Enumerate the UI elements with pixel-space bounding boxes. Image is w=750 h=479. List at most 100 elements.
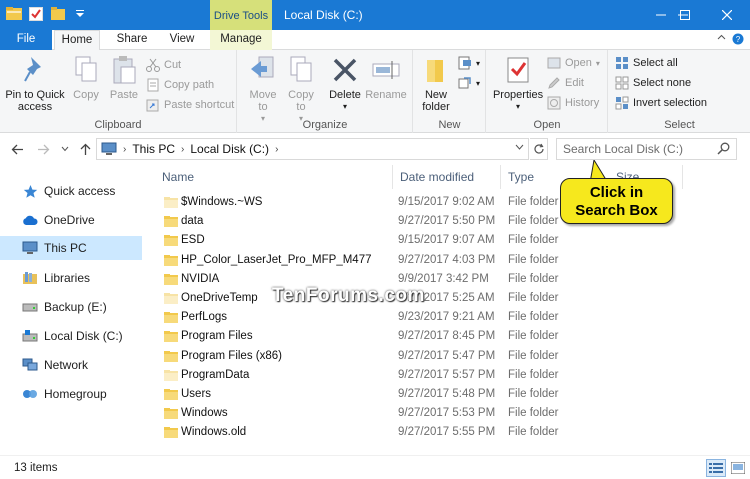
explorer-icon[interactable] <box>6 6 22 22</box>
copy-icon <box>70 54 102 86</box>
large-icons-view-button[interactable] <box>728 459 748 477</box>
copy-to-label: Copy to <box>288 89 314 113</box>
file-name: Program Files <box>181 330 253 343</box>
tab-view[interactable]: View <box>162 30 202 50</box>
breadcrumb-this-pc[interactable]: This PC <box>132 142 175 156</box>
history-label: History <box>565 97 600 109</box>
breadcrumb-local-disk[interactable]: Local Disk (C:) <box>190 142 269 156</box>
address-bar[interactable]: › This PC › Local Disk (C:) › <box>96 138 529 160</box>
paste-shortcut-label: Paste shortcut <box>164 99 235 111</box>
file-row[interactable]: NVIDIA 9/9/2017 3:42 PM File folder <box>150 270 750 289</box>
delete-x-icon <box>329 54 361 86</box>
open-button[interactable]: Open ▾ <box>547 54 600 72</box>
column-header-date[interactable]: Date modified <box>392 165 500 189</box>
close-icon <box>722 10 732 20</box>
open-label: Open <box>565 57 592 69</box>
file-row[interactable]: Users 9/27/2017 5:48 PM File folder <box>150 385 750 404</box>
new-folder-qat-icon[interactable] <box>50 6 66 22</box>
new-folder-button[interactable]: New folder <box>418 54 454 113</box>
paste-shortcut-icon <box>146 98 160 112</box>
nav-item-network[interactable]: Network <box>0 353 142 377</box>
file-name: PerfLogs <box>181 311 228 324</box>
homegroup-icon <box>22 386 38 402</box>
paste-button[interactable]: Paste <box>106 54 142 101</box>
properties-button[interactable]: Properties ▾ <box>493 54 543 113</box>
cut-button[interactable]: Cut <box>146 56 181 74</box>
collapse-ribbon-icon[interactable] <box>717 33 726 48</box>
rename-icon <box>370 54 402 86</box>
recent-locations-button[interactable] <box>56 140 74 158</box>
pin-label: Pin to Quick access <box>5 89 65 113</box>
select-group: Select all Select none Invert selection … <box>609 50 750 133</box>
maximize-button-main[interactable] <box>662 0 708 30</box>
watermark: TenForums.com <box>272 285 425 306</box>
breadcrumb-separator-icon[interactable]: › <box>275 144 278 155</box>
paste-shortcut-button[interactable]: Paste shortcut <box>146 96 234 114</box>
select-none-button[interactable]: Select none <box>615 74 691 92</box>
copy-button[interactable]: Copy <box>68 54 104 101</box>
edit-label: Edit <box>565 77 584 89</box>
rename-button[interactable]: Rename <box>365 54 407 101</box>
column-header-name[interactable]: Name <box>154 165 392 189</box>
select-all-button[interactable]: Select all <box>615 54 678 72</box>
nav-item-libraries[interactable]: Libraries <box>0 266 142 290</box>
back-arrow-icon <box>11 144 23 154</box>
file-type: File folder <box>508 272 559 285</box>
callout-line-2: Search Box <box>575 202 658 219</box>
select-all-icon <box>615 56 629 70</box>
folder-icon <box>164 196 178 208</box>
file-date-modified: 9/27/2017 4:03 PM <box>398 253 496 266</box>
refresh-button[interactable] <box>530 138 548 160</box>
tab-share[interactable]: Share <box>110 30 154 50</box>
invert-selection-icon <box>615 96 629 110</box>
tab-home[interactable]: Home <box>54 30 100 51</box>
file-row[interactable]: HP_Color_LaserJet_Pro_MFP_M477 9/27/2017 … <box>150 251 750 270</box>
select-none-label: Select none <box>633 77 692 89</box>
file-type: File folder <box>508 234 559 247</box>
nav-item-local-disk[interactable]: Local Disk (C:) <box>0 324 142 348</box>
drive-icon <box>22 299 38 315</box>
history-button[interactable]: History <box>547 94 599 112</box>
copy-to-button[interactable]: Copy to ▾ <box>284 54 318 125</box>
invert-selection-button[interactable]: Invert selection <box>615 94 707 112</box>
tab-manage[interactable]: Manage <box>210 30 272 50</box>
select-none-icon <box>615 76 629 90</box>
file-row[interactable]: Windows.old 9/27/2017 5:55 PM File folder <box>150 423 750 442</box>
copy-path-button[interactable]: Copy path <box>146 76 214 94</box>
properties-qat-icon[interactable] <box>28 6 44 22</box>
back-button[interactable] <box>8 140 26 158</box>
file-row[interactable]: ESD 9/15/2017 9:07 AM File folder <box>150 231 750 250</box>
nav-item-homegroup[interactable]: Homegroup <box>0 382 142 406</box>
nav-item-this-pc[interactable]: This PC <box>0 236 142 260</box>
file-row[interactable]: ProgramData 9/27/2017 5:57 PM File folder <box>150 366 750 385</box>
delete-button[interactable]: Delete ▾ <box>326 54 364 113</box>
file-row[interactable]: OneDriveTemp 9/27/2017 5:25 AM File folder <box>150 289 750 308</box>
nav-item-backup-drive[interactable]: Backup (E:) <box>0 295 142 319</box>
nav-item-onedrive[interactable]: OneDrive <box>0 208 142 232</box>
close-button[interactable] <box>704 0 750 30</box>
file-row[interactable]: Program Files (x86) 9/27/2017 5:47 PM File… <box>150 347 750 366</box>
edit-button[interactable]: Edit <box>547 74 584 92</box>
move-to-button[interactable]: Move to ▾ <box>246 54 280 125</box>
search-input[interactable]: Search Local Disk (C:) <box>556 138 737 160</box>
tab-file[interactable]: File <box>0 30 52 50</box>
nav-item-quick-access[interactable]: Quick access <box>0 179 142 203</box>
search-placeholder: Search Local Disk (C:) <box>563 142 684 156</box>
new-folder-label: New folder <box>422 89 450 113</box>
pin-to-quick-access-button[interactable]: Pin to Quick access <box>4 54 66 113</box>
help-icon[interactable]: ? <box>732 33 744 48</box>
up-button[interactable] <box>76 140 94 158</box>
properties-icon <box>502 54 534 86</box>
forward-arrow-icon <box>37 144 49 154</box>
file-row[interactable]: Windows 9/27/2017 5:53 PM File folder <box>150 404 750 423</box>
breadcrumb-separator-icon[interactable]: › <box>181 144 184 155</box>
details-view-button[interactable] <box>706 459 726 477</box>
address-history-dropdown-icon[interactable] <box>515 142 524 153</box>
easy-access-button[interactable]: ▾ <box>458 74 480 92</box>
customize-qat-icon[interactable] <box>72 6 88 22</box>
file-row[interactable]: PerfLogs 9/23/2017 9:21 AM File folder <box>150 308 750 327</box>
edit-icon <box>547 76 561 90</box>
new-item-button[interactable]: ▾ <box>458 54 480 72</box>
forward-button[interactable] <box>34 140 52 158</box>
file-row[interactable]: Program Files 9/27/2017 8:45 PM File folde… <box>150 327 750 346</box>
